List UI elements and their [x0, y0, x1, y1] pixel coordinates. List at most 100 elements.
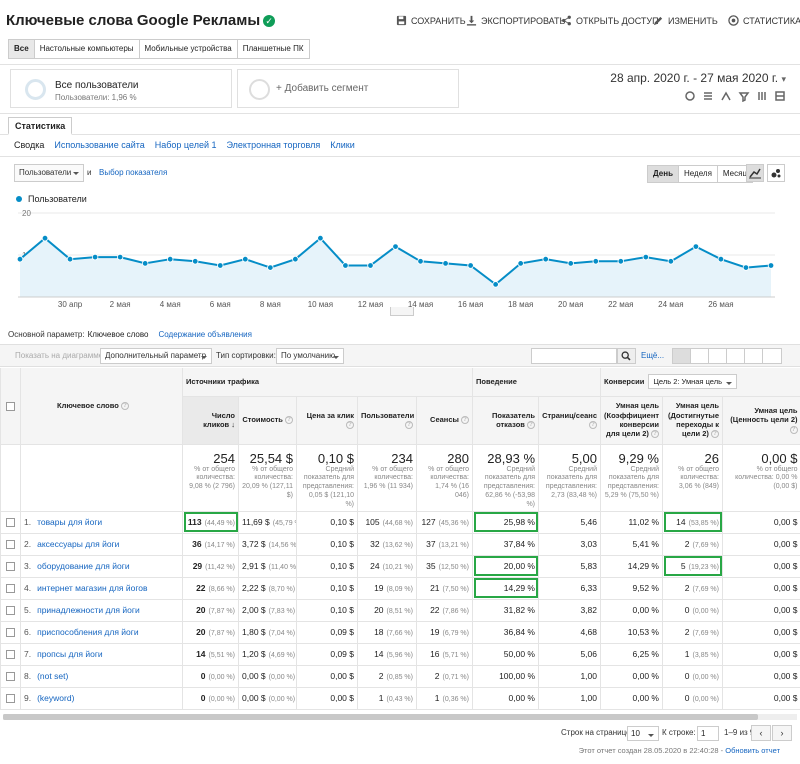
- help-icon[interactable]: ?: [285, 416, 293, 425]
- col-users[interactable]: Пользователи ?: [357, 396, 417, 445]
- data-view-icon[interactable]: [673, 349, 691, 363]
- table-search-input[interactable]: [531, 348, 617, 364]
- primary-dimension-keyword[interactable]: Ключевое слово: [88, 330, 149, 339]
- help-icon[interactable]: ?: [346, 421, 354, 430]
- subtab-clicks[interactable]: Клики: [330, 140, 355, 150]
- insights-button[interactable]: СТАТИСТИКА: [728, 15, 800, 26]
- help-icon[interactable]: ?: [651, 430, 659, 439]
- row-checkbox[interactable]: [6, 518, 15, 528]
- goto-row-input[interactable]: 1: [697, 726, 719, 741]
- col-cost[interactable]: Стоимость ?: [238, 396, 297, 445]
- refresh-report-link[interactable]: Обновить отчет: [725, 746, 780, 755]
- row-checkbox[interactable]: [6, 540, 15, 550]
- metric-select[interactable]: Пользователи: [14, 164, 84, 182]
- keyword-link[interactable]: товары для йоги: [37, 517, 102, 527]
- filter-tool-icon[interactable]: [738, 90, 752, 103]
- segment-tool-icon[interactable]: [684, 90, 698, 102]
- row-checkbox[interactable]: [6, 606, 15, 616]
- list-tool-icon[interactable]: [774, 90, 788, 102]
- annotation-tool-icon[interactable]: [702, 90, 716, 102]
- col-bounce-rate[interactable]: Показатель отказов ?: [472, 396, 539, 445]
- pages-cell: 5,46: [538, 511, 601, 534]
- select-all-checkbox[interactable]: [6, 401, 15, 411]
- help-icon[interactable]: ?: [120, 402, 129, 411]
- subtab-site-usage[interactable]: Использование сайта: [54, 140, 144, 150]
- subtab-goal-set-1[interactable]: Набор целей 1: [155, 140, 217, 150]
- comparison-view-icon[interactable]: [727, 349, 745, 363]
- keyword-link[interactable]: пропсы для йоги: [37, 649, 103, 659]
- keyword-link[interactable]: аксессуары для йоги: [37, 539, 119, 549]
- row-checkbox[interactable]: [6, 584, 15, 594]
- goal-pct: (0,00 %): [692, 696, 719, 703]
- edit-button[interactable]: ИЗМЕНИТЬ: [653, 15, 718, 26]
- primary-dimension-ad-content-link[interactable]: Содержание объявления: [158, 330, 251, 339]
- plot-rows-button[interactable]: Показать на диаграмме: [15, 351, 103, 360]
- subtab-summary[interactable]: Сводка: [14, 140, 44, 150]
- row-checkbox[interactable]: [6, 672, 15, 682]
- tab-statistics[interactable]: Статистика: [8, 117, 73, 135]
- x-tick-label: 18 мая: [508, 300, 533, 309]
- export-button[interactable]: ЭКСПОРТИРОВАТЬ: [466, 15, 565, 26]
- col-cpc[interactable]: Цена за клик ?: [296, 396, 358, 445]
- keyword-link[interactable]: приспособления для йоги: [37, 627, 139, 637]
- help-icon[interactable]: ?: [527, 421, 535, 430]
- col-goal-conv-rate[interactable]: Умная цель (Коэффициент конверсии для це…: [600, 396, 663, 445]
- compare-tool-icon[interactable]: [720, 90, 734, 102]
- goal-select[interactable]: Цель 2: Умная цель: [648, 374, 737, 390]
- performance-view-icon[interactable]: [709, 349, 727, 363]
- term-cloud-view-icon[interactable]: [745, 349, 763, 363]
- line-chart-icon[interactable]: [746, 164, 764, 182]
- search-button[interactable]: [617, 348, 636, 364]
- keyword-link[interactable]: (keyword): [37, 693, 74, 703]
- goal-value-amount: 0,00 $: [773, 671, 798, 681]
- period-day-button[interactable]: День: [648, 166, 679, 182]
- row-checkbox[interactable]: [6, 562, 15, 572]
- help-icon[interactable]: ?: [589, 421, 597, 430]
- choose-metric-link[interactable]: Выбор показателя: [99, 168, 167, 177]
- keyword-link[interactable]: оборудование для йоги: [37, 561, 130, 571]
- col-pages-per-session[interactable]: Страниц/сеанс ?: [538, 396, 601, 445]
- device-tab-mobile[interactable]: Мобильные устройства: [139, 40, 238, 58]
- row-checkbox[interactable]: [6, 628, 15, 638]
- row-checkbox[interactable]: [6, 650, 15, 660]
- col-goal-completions[interactable]: Умная цель (Достигнутые переходы к цели …: [662, 396, 723, 445]
- help-icon[interactable]: ?: [405, 421, 413, 430]
- prev-page-button[interactable]: ‹: [751, 725, 771, 741]
- chart-collapse-handle[interactable]: [390, 307, 414, 316]
- clicks-cell: 29 (11,42 %): [182, 555, 239, 578]
- keyword-link[interactable]: принадлежности для йоги: [37, 605, 140, 615]
- pivot-view-icon[interactable]: [763, 349, 781, 363]
- add-segment-button[interactable]: + Добавить сегмент: [237, 69, 459, 108]
- save-button[interactable]: СОХРАНИТЬ: [396, 15, 466, 26]
- device-tab-desktop[interactable]: Настольные компьютеры: [34, 40, 140, 58]
- help-icon[interactable]: ?: [461, 416, 469, 425]
- sort-type-select[interactable]: По умолчанию: [276, 348, 344, 364]
- row-checkbox[interactable]: [6, 694, 15, 704]
- device-tab-tablet[interactable]: Планшетные ПК: [237, 40, 309, 58]
- subtab-ecommerce[interactable]: Электронная торговля: [227, 140, 321, 150]
- col-clicks[interactable]: Число кликов ↓: [182, 396, 239, 445]
- motion-chart-icon[interactable]: [767, 164, 785, 182]
- share-button[interactable]: ОТКРЫТЬ ДОСТУП: [561, 15, 659, 26]
- keyword-link[interactable]: (not set): [37, 671, 68, 681]
- col-sessions[interactable]: Сеансы ?: [416, 396, 473, 445]
- pages-value: 1,00: [580, 693, 597, 703]
- secondary-dimension-select[interactable]: Дополнительный параметр: [100, 348, 212, 364]
- segment-all-users[interactable]: Все пользователи Пользователи: 1,96 %: [10, 69, 232, 108]
- advanced-filter-link[interactable]: Ещё...: [641, 351, 664, 360]
- col-goal-value[interactable]: Умная цель (Ценность цели 2) ?: [722, 396, 800, 445]
- rows-per-page-select[interactable]: 10: [627, 726, 659, 741]
- search-icon: [621, 351, 631, 361]
- percentage-view-icon[interactable]: [691, 349, 709, 363]
- help-icon[interactable]: ?: [789, 425, 798, 434]
- cost-cell: 1,80 $ (7,04 %): [238, 621, 297, 644]
- next-page-button[interactable]: ›: [772, 725, 792, 741]
- device-tab-all[interactable]: Все: [9, 40, 35, 58]
- keyword-link[interactable]: интернет магазин для йогов: [37, 583, 147, 593]
- help-icon[interactable]: ?: [711, 430, 719, 439]
- keyword-column-header[interactable]: Ключевое слово ?: [20, 368, 183, 445]
- period-week-button[interactable]: Неделя: [679, 166, 718, 182]
- sliders-tool-icon[interactable]: [756, 90, 770, 102]
- date-range-picker[interactable]: 28 апр. 2020 г. - 27 мая 2020 г. ▾: [610, 71, 786, 85]
- scrollbar-thumb[interactable]: [3, 714, 758, 720]
